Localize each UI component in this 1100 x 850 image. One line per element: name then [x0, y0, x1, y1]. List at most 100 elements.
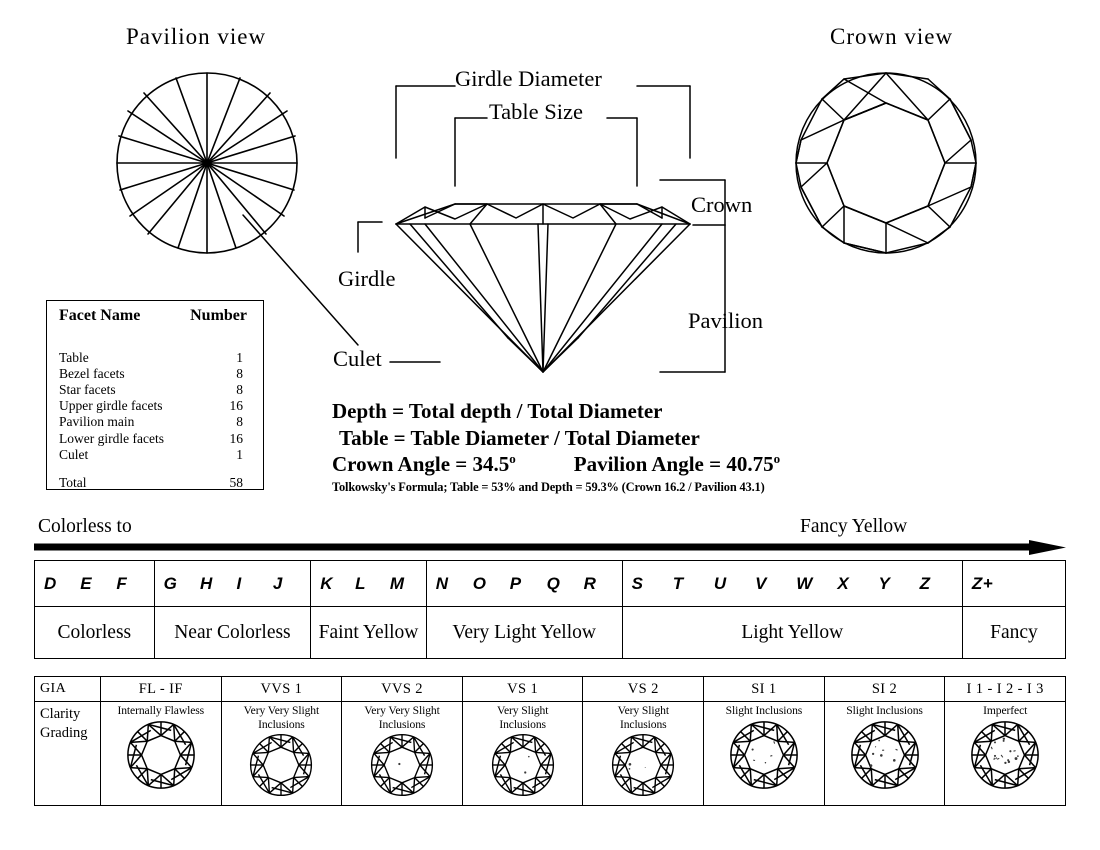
facet-count: 16 [229, 430, 244, 446]
formula-table: Table = Table Diameter / Total Diameter [339, 425, 700, 450]
facet-name: Lower girdle facets [59, 430, 164, 446]
clarity-description-line: Imperfect [983, 704, 1028, 717]
label-culet: Culet [333, 346, 382, 371]
clarity-description-line: Very Slight [496, 704, 549, 717]
color-grade-letter: L [355, 573, 366, 593]
clarity-grading-table: GIA FL - IF VVS 1 VVS 2 VS 1 VS 2 SI 1 SI 2I 1 … [34, 676, 1066, 806]
round-brilliant-gem-icon [250, 734, 313, 797]
tolkowsky-formula-note: Tolkowsky's Formula; Table = 53% and Dep… [332, 479, 765, 494]
clarity-description-line: Slight Inclusions [725, 704, 803, 717]
color-scale-arrow [34, 540, 1066, 555]
facet-count: 1 [236, 349, 243, 365]
facet-count: 1 [236, 446, 243, 462]
clarity-gem-holder [826, 719, 944, 791]
facet-count: 8 [236, 365, 243, 381]
color-grade-letter: V [755, 573, 767, 593]
clarity-grade-header-6: SI 2 [823, 676, 946, 702]
table-size-bracket [454, 117, 638, 187]
label-pavilion: Pavilion [688, 308, 763, 333]
clarity-grade-header-7: I 1 - I 2 - I 3 [944, 676, 1066, 702]
color-group-description-2: Faint Yellow [310, 606, 427, 659]
facet-total-count: 58 [229, 474, 244, 490]
table-row: Bezel facets 8 [47, 365, 263, 381]
color-grade-letter: P [509, 573, 522, 593]
clarity-org-label: GIA [34, 676, 101, 702]
color-group-letters-4: S T U V W X Y Z [621, 560, 963, 607]
formula-crown-angle: Crown Angle = 34.5o [332, 451, 516, 476]
color-scale-header: Colorless to Fancy Yellow [34, 516, 1066, 558]
formula-depth: Depth = Total depth / Total Diameter [332, 399, 663, 423]
table-row: Upper girdle facets 16 [47, 398, 263, 414]
diamond-profile-figure [395, 203, 691, 373]
color-grade-letter: N [435, 573, 449, 593]
color-grading-table: D E F G H I J K L M N O P Q R S T U V W X Y Z Z+ Colorless Near … [34, 560, 1067, 659]
clarity-description-line: Inclusions [378, 717, 426, 731]
clarity-description-line: Slight Inclusions [846, 704, 923, 717]
clarity-grade-cell-3: Very Slight Inclusions [461, 701, 584, 806]
label-girdle-diameter: Girdle Diameter [455, 66, 602, 91]
round-brilliant-gem-icon [126, 720, 195, 789]
clarity-grade-cell-1: Very Very Slight Inclusions [220, 701, 343, 806]
color-group-letters-5: Z+ [961, 560, 1067, 607]
clarity-grade-header-0: FL - IF [99, 676, 222, 702]
facet-total-label: Total [59, 474, 87, 490]
clarity-gem-holder [946, 719, 1064, 791]
proportions-formula-block: Depth = Total depth / Total Diameter Tab… [332, 398, 892, 495]
color-description-row: Colorless Near Colorless Faint Yellow Very … [34, 606, 1067, 659]
crown-view-title: Crown view [830, 24, 954, 49]
culet-leader [242, 214, 441, 363]
girdle-leader [357, 221, 383, 253]
clarity-description-line: Internally Flawless [117, 704, 205, 717]
clarity-header-row: GIA FL - IF VVS 1 VVS 2 VS 1 VS 2 SI 1 SI 2I 1 … [34, 676, 1066, 702]
clarity-grade-header-2: VVS 2 [341, 676, 463, 702]
color-group-letters-3: N O P Q R [425, 560, 623, 607]
label-girdle: Girdle [338, 266, 395, 291]
color-grade-letter: M [389, 573, 405, 593]
facet-name: Bezel facets [59, 365, 125, 381]
clarity-gem-holder [705, 719, 823, 791]
degree-symbol: o [773, 451, 781, 466]
label-crown: Crown [691, 192, 752, 217]
color-grade-letter: E [80, 573, 93, 593]
clarity-gem-holder [584, 732, 702, 798]
facet-count: 8 [236, 414, 243, 430]
facet-count: 16 [229, 398, 244, 414]
clarity-grade-cell-5: Slight Inclusions [703, 701, 825, 806]
clarity-description-line: Inclusions [499, 717, 546, 731]
color-grade-letter: T [672, 573, 684, 593]
clarity-description-line: Inclusions [619, 717, 667, 731]
color-grade-letter: W [796, 573, 813, 593]
pavilion-view-title: Pavilion view [126, 24, 267, 49]
scale-caption-right: Fancy Yellow [800, 516, 908, 537]
round-brilliant-gem-icon [850, 720, 919, 789]
clarity-grade-cell-0: Internally Flawless [99, 701, 222, 806]
color-grade-letter: X [837, 573, 850, 593]
clarity-row-label: Clarity Grading [34, 701, 101, 806]
facet-name: Table [59, 349, 89, 365]
clarity-gem-holder [464, 732, 582, 798]
scale-caption-left: Colorless to [38, 516, 132, 537]
clarity-gem-holder [223, 732, 341, 798]
round-brilliant-gem-icon [971, 720, 1040, 789]
facet-table-header-number: Number [190, 307, 247, 324]
facet-name: Culet [59, 446, 89, 462]
degree-symbol: o [509, 451, 516, 466]
color-group-description-5: Fancy [961, 606, 1067, 659]
color-grade-letter: J [272, 573, 283, 593]
color-grade-letter: Z+ [971, 573, 994, 593]
color-grade-letter: U [713, 573, 727, 593]
facet-name: Pavilion main [59, 414, 135, 430]
facet-total-row: Total 58 [47, 474, 263, 490]
color-group-description-3: Very Light Yellow [425, 606, 623, 659]
clarity-description-line: Very Very Slight [243, 704, 320, 717]
color-grade-letter: K [320, 573, 334, 593]
table-row: Lower girdle facets 16 [47, 430, 263, 446]
pavilion-bracket [659, 224, 726, 373]
facet-count-table: Facet Name Number Table 1 Bezel facets 8… [46, 300, 264, 490]
color-grade-letter: I [236, 573, 242, 593]
clarity-grade-cell-4: Very Slight Inclusions [582, 701, 705, 806]
formula-pavilion-angle: Pavilion Angle = 40.75o [573, 451, 781, 476]
girdle-diameter-bracket [395, 85, 691, 159]
clarity-body-row: Clarity Grading Internally Flawless Very Ve… [34, 701, 1066, 806]
clarity-description-line: Very Slight [617, 704, 670, 717]
